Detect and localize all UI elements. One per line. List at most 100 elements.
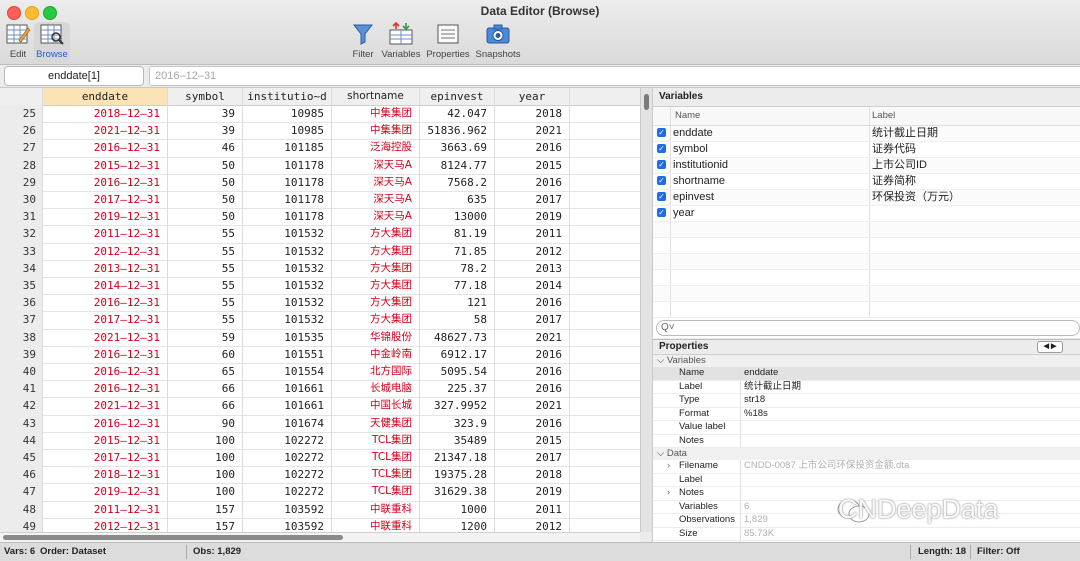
cell-institutionid[interactable]: 101535 [243,328,332,346]
cell-year[interactable]: 2017 [495,311,570,329]
table-row[interactable]: 26 2021‒12‒31 39 10985 中集集团 51836.962 2021 [0,122,640,141]
cell-shortname[interactable]: TCL集团 [332,431,420,449]
cell-enddate[interactable]: 2013‒12‒31 [43,259,168,277]
variable-row[interactable]: ✓ symbol 证券代码 [653,142,1080,158]
cell-epinvest[interactable]: 13000 [420,208,495,226]
cell-institutionid[interactable]: 101185 [243,139,332,157]
cell-institutionid[interactable]: 101674 [243,414,332,432]
cell-enddate[interactable]: 2012‒12‒31 [43,242,168,260]
table-row[interactable]: 45 2017‒12‒31 100 102272 TCL集团 21347.18 2017 [0,449,640,468]
cell-shortname[interactable]: 方大集团 [332,311,420,329]
cell-epinvest[interactable]: 78.2 [420,259,495,277]
cell-shortname[interactable]: 方大集团 [332,242,420,260]
cell-symbol[interactable]: 65 [168,363,243,381]
variable-visible-checkbox[interactable]: ✓ [657,160,666,169]
cell-shortname[interactable]: 华锦股份 [332,328,420,346]
cell-symbol[interactable]: 100 [168,466,243,484]
properties-nav-arrows[interactable]: ◀ ▶ [1037,341,1063,353]
cell-symbol[interactable]: 50 [168,208,243,226]
cell-year[interactable]: 2015 [495,431,570,449]
cell-symbol[interactable]: 60 [168,345,243,363]
column-header-shortname[interactable]: shortname [332,88,420,105]
table-row[interactable]: 49 2012‒12‒31 157 103592 中联重科 1200 2012 [0,517,640,532]
cell-shortname[interactable]: 天健集团 [332,414,420,432]
cell-shortname[interactable]: 中集集团 [332,122,420,140]
cell-epinvest[interactable]: 77.18 [420,277,495,295]
cell-epinvest[interactable]: 51836.962 [420,122,495,140]
table-row[interactable]: 47 2019‒12‒31 100 102272 TCL集团 31629.38 2019 [0,483,640,502]
cell-year[interactable]: 2011 [495,225,570,243]
cell-enddate[interactable]: 2018‒12‒31 [43,105,168,123]
cell-shortname[interactable]: TCL集团 [332,483,420,501]
property-row[interactable]: › Filename CNDD-0087 上市公司环保投资金额.dta [653,460,1080,474]
cell-symbol[interactable]: 50 [168,156,243,174]
property-row[interactable]: Value label [653,421,1080,435]
table-row[interactable]: 38 2021‒12‒31 59 101535 华锦股份 48627.73 2021 [0,328,640,347]
vertical-scroll-thumb[interactable] [644,94,649,110]
cell-epinvest[interactable]: 327.9952 [420,397,495,415]
cell-symbol[interactable]: 46 [168,139,243,157]
cell-year[interactable]: 2016 [495,363,570,381]
filter-button[interactable]: Filter [347,22,379,62]
cell-enddate[interactable]: 2016‒12‒31 [43,345,168,363]
column-header-epinvest[interactable]: epinvest [420,88,495,105]
variable-row[interactable]: ✓ shortname 证券简称 [653,174,1080,190]
cell-shortname[interactable]: 深天马A [332,208,420,226]
cell-institutionid[interactable]: 102272 [243,431,332,449]
cell-symbol[interactable]: 55 [168,259,243,277]
variable-row[interactable]: ✓ year [653,206,1080,222]
cell-symbol[interactable]: 100 [168,483,243,501]
variable-visible-checkbox[interactable]: ✓ [657,208,666,217]
cell-epinvest[interactable]: 121 [420,294,495,312]
table-row[interactable]: 48 2011‒12‒31 157 103592 中联重科 1000 2011 [0,500,640,519]
cell-enddate[interactable]: 2021‒12‒31 [43,397,168,415]
cell-institutionid[interactable]: 101178 [243,208,332,226]
horizontal-scroll-thumb[interactable] [3,535,343,540]
cell-institutionid[interactable]: 101178 [243,156,332,174]
cell-enddate[interactable]: 2012‒12‒31 [43,517,168,532]
cell-institutionid[interactable]: 101532 [243,259,332,277]
cell-symbol[interactable]: 90 [168,414,243,432]
cell-shortname[interactable]: 中国长城 [332,397,420,415]
cell-year[interactable]: 2021 [495,397,570,415]
variable-row[interactable]: ✓ enddate 统计截止日期 [653,126,1080,142]
cell-enddate[interactable]: 2019‒12‒31 [43,483,168,501]
cell-shortname[interactable]: TCL集团 [332,466,420,484]
table-row[interactable]: 25 2018‒12‒31 39 10985 中集集团 42.047 2018 [0,105,640,124]
variable-row[interactable]: ✓ epinvest 环保投资（万元） [653,190,1080,206]
properties-toggle-button[interactable]: Properties [424,22,472,62]
cell-symbol[interactable]: 157 [168,517,243,532]
cell-year[interactable]: 2017 [495,449,570,467]
cell-epinvest[interactable]: 5095.54 [420,363,495,381]
data-grid[interactable]: enddate symbol institutio~d shortname ep… [0,88,640,532]
variables-name-column-header[interactable]: Name [675,110,700,121]
cell-year[interactable]: 2015 [495,156,570,174]
cell-shortname[interactable]: 中金岭南 [332,345,420,363]
property-row[interactable]: Name enddate [653,367,1080,381]
cell-institutionid[interactable]: 103592 [243,500,332,518]
cell-epinvest[interactable]: 21347.18 [420,449,495,467]
cell-epinvest[interactable]: 19375.28 [420,466,495,484]
cell-institutionid[interactable]: 101661 [243,380,332,398]
edit-mode-button[interactable]: Edit [4,22,32,62]
cell-enddate[interactable]: 2017‒12‒31 [43,311,168,329]
cell-institutionid[interactable]: 103592 [243,517,332,532]
cell-shortname[interactable]: 方大集团 [332,259,420,277]
cell-epinvest[interactable]: 7568.2 [420,173,495,191]
cell-enddate[interactable]: 2016‒12‒31 [43,363,168,381]
table-row[interactable]: 30 2017‒12‒31 50 101178 深天马A 635 2017 [0,191,640,210]
cell-shortname[interactable]: 中集集团 [332,105,420,123]
variable-visible-checkbox[interactable]: ✓ [657,176,666,185]
table-row[interactable]: 36 2016‒12‒31 55 101532 方大集团 121 2016 [0,294,640,313]
cell-shortname[interactable]: 深天马A [332,191,420,209]
cell-shortname[interactable]: 中联重科 [332,517,420,532]
cell-symbol[interactable]: 55 [168,225,243,243]
variables-label-column-header[interactable]: Label [872,110,895,121]
cell-shortname[interactable]: 方大集团 [332,225,420,243]
cell-year[interactable]: 2011 [495,500,570,518]
cell-year[interactable]: 2016 [495,173,570,191]
properties-variables-section[interactable]: ⌵ Variables [653,355,1080,367]
table-row[interactable]: 35 2014‒12‒31 55 101532 方大集团 77.18 2014 [0,277,640,296]
cell-symbol[interactable]: 50 [168,191,243,209]
table-row[interactable]: 28 2015‒12‒31 50 101178 深天马A 8124.77 2015 [0,156,640,175]
